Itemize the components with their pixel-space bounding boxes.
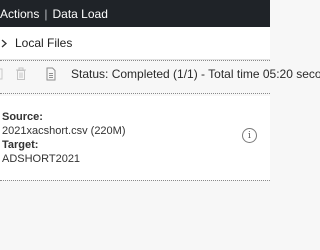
tool-icon[interactable] xyxy=(0,66,4,82)
document-icon[interactable] xyxy=(45,66,57,82)
local-files-label: Local Files xyxy=(15,36,73,50)
target-label: Target: xyxy=(2,139,39,151)
divider-middle xyxy=(0,93,270,94)
info-icon[interactable]: i xyxy=(242,128,257,143)
breadcrumb-data-load[interactable]: Data Load xyxy=(52,7,107,21)
breadcrumb-separator: | xyxy=(44,6,48,21)
divider-top xyxy=(0,60,270,61)
source-value: 2021xacshort.csv (220M) xyxy=(2,125,126,137)
load-detail-panel: Source: 2021xacshort.csv (220M) Target: … xyxy=(0,96,270,180)
status-text: Status: Completed (1/1) - Total time 05:… xyxy=(71,67,320,81)
divider-bottom xyxy=(0,180,270,181)
target-value: ADSHORT2021 xyxy=(2,153,81,165)
chevron-right-icon[interactable] xyxy=(0,39,9,48)
local-files-nav[interactable]: Local Files xyxy=(0,27,270,60)
trash-icon[interactable] xyxy=(15,66,27,82)
top-bar: Actions | Data Load xyxy=(0,0,270,27)
breadcrumb-actions[interactable]: Actions xyxy=(0,7,39,21)
source-label: Source: xyxy=(2,111,43,123)
